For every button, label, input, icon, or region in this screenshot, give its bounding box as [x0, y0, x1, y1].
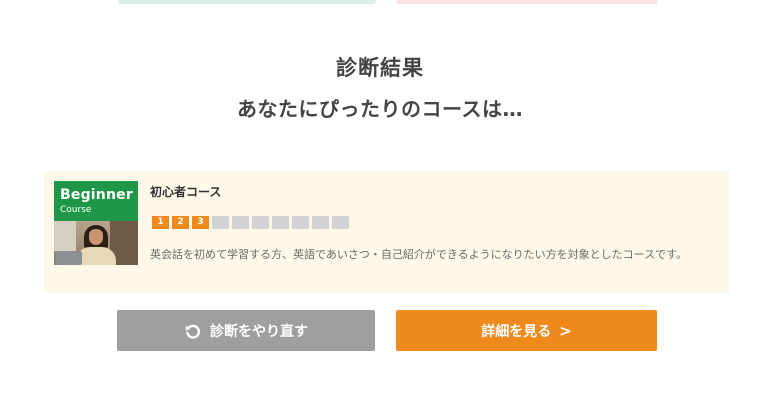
photo-person-face: [89, 229, 103, 245]
photo-window: [54, 221, 76, 251]
photo-person-body: [76, 247, 116, 265]
photo-laptop: [56, 251, 82, 265]
thumbnail-title: Beginner: [60, 187, 133, 203]
chevron-right-icon: >: [559, 321, 572, 340]
retry-diagnosis-button[interactable]: 診断をやり直す: [117, 310, 375, 351]
thumbnail-subtitle: Course: [60, 205, 92, 215]
detail-button-label: 詳細を見る: [481, 323, 552, 340]
level-box-6: [252, 216, 269, 229]
top-tab-strip-right: [396, 0, 658, 4]
level-box-9: [312, 216, 329, 229]
refresh-icon: [184, 322, 202, 340]
page-subtitle: あなたにぴったりのコースは…: [237, 97, 523, 121]
level-box-8: [292, 216, 309, 229]
level-box-4: [212, 216, 229, 229]
top-tab-strip-left: [118, 0, 376, 4]
level-box-2: 2: [172, 216, 189, 229]
course-thumbnail: Beginner Course: [54, 181, 138, 265]
thumbnail-photo: [54, 221, 138, 265]
level-indicator: 1 2 3: [152, 216, 349, 230]
course-description: 英会話を初めて学習する方、英語であいさつ・自己紹介ができるようになりたい方を対象…: [150, 248, 688, 261]
course-result-card: Beginner Course 初心者コース 1 2 3 英会話を初めて学習する…: [44, 171, 729, 293]
course-name: 初心者コース: [150, 185, 222, 199]
level-box-10: [332, 216, 349, 229]
page-title: 診断結果: [336, 56, 424, 80]
level-box-7: [272, 216, 289, 229]
level-box-1: 1: [152, 216, 169, 229]
level-box-3: 3: [192, 216, 209, 229]
retry-button-label: 診断をやり直す: [210, 323, 308, 340]
level-box-5: [232, 216, 249, 229]
view-details-button[interactable]: 詳細を見る >: [396, 310, 657, 351]
